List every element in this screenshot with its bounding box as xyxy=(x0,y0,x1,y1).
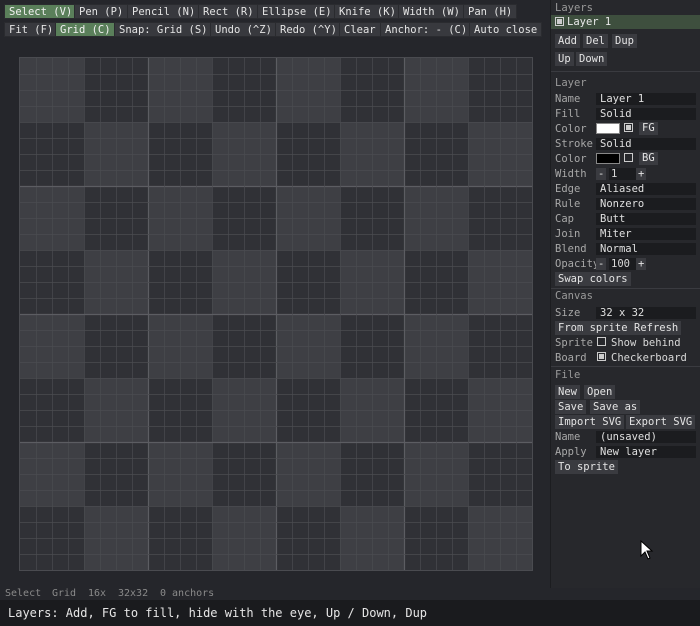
tool-pencil-button[interactable]: Pencil (N) xyxy=(127,4,201,19)
rule-select[interactable]: Nonzero xyxy=(596,198,696,210)
blend-select[interactable]: Normal xyxy=(596,243,696,255)
size-label: Size xyxy=(555,307,581,319)
swap-colors-button[interactable]: Swap colors xyxy=(555,272,631,286)
save-as-button[interactable]: Save as xyxy=(590,400,641,414)
snap-button[interactable]: Snap: Grid (S) xyxy=(114,22,213,37)
blend-label: Blend xyxy=(555,243,587,255)
stroke-bg-button[interactable]: BG xyxy=(639,152,658,165)
status-tool: Select xyxy=(5,588,42,599)
status-size: 32x32 xyxy=(118,588,149,599)
canvas-section-title: Canvas xyxy=(555,290,593,302)
divider xyxy=(551,71,700,72)
name-label: Name xyxy=(555,93,581,105)
sprite-label: Sprite xyxy=(555,337,593,349)
anchor-button[interactable]: Anchor: - (C) xyxy=(380,22,473,37)
layers-section-title: Layers xyxy=(555,2,593,14)
status-grid: Grid xyxy=(52,588,77,599)
edge-label: Edge xyxy=(555,183,581,195)
file-name-field[interactable]: (unsaved) xyxy=(596,431,696,443)
tool-ellipse-button[interactable]: Ellipse (E) xyxy=(257,4,337,19)
stroke-select[interactable]: Solid xyxy=(596,138,696,150)
divider xyxy=(551,288,700,289)
width-increment-button[interactable]: + xyxy=(636,168,647,180)
edge-select[interactable]: Aliased xyxy=(596,183,696,195)
stroke-color-swatch[interactable] xyxy=(596,153,620,164)
from-sprite-button[interactable]: From sprite xyxy=(555,321,631,335)
redo-button[interactable]: Redo (^Y) xyxy=(275,22,342,37)
fill-color-label: Color xyxy=(555,123,587,135)
add-layer-button[interactable]: Add xyxy=(555,34,580,48)
tool-width-button[interactable]: Width (W) xyxy=(398,4,465,19)
side-panel: Layers Layer 1 Add Del Dup Up Down Layer… xyxy=(550,0,700,588)
fill-fg-button[interactable]: FG xyxy=(639,122,658,135)
tool-pen-button[interactable]: Pen (P) xyxy=(74,4,129,19)
width-value[interactable]: 1 xyxy=(609,168,636,180)
show-behind-label: Show behind xyxy=(611,337,681,349)
opacity-decrement-button[interactable]: - xyxy=(596,258,607,270)
fill-select[interactable]: Solid xyxy=(596,108,696,120)
join-select[interactable]: Miter xyxy=(596,228,696,240)
board-label: Board xyxy=(555,352,587,364)
layer-visibility-eye-icon[interactable] xyxy=(555,17,564,26)
to-sprite-button[interactable]: To sprite xyxy=(555,460,618,474)
clear-button[interactable]: Clear xyxy=(339,22,381,37)
grid-toggle-button[interactable]: Grid (C) xyxy=(55,22,116,37)
status-zoom: 16x xyxy=(88,588,107,599)
cap-select[interactable]: Butt xyxy=(596,213,696,225)
show-behind-checkbox[interactable] xyxy=(597,337,606,346)
open-file-button[interactable]: Open xyxy=(584,385,616,399)
hint-text: Layers: Add, FG to fill, hide with the e… xyxy=(8,606,428,620)
auto-close-button[interactable]: Auto close xyxy=(469,22,543,37)
file-name-label: Name xyxy=(555,431,581,443)
canvas-size-field[interactable]: 32 x 32 xyxy=(596,307,696,319)
drawing-canvas[interactable] xyxy=(19,57,533,571)
fill-color-checkbox[interactable] xyxy=(624,123,633,132)
layer-item-label: Layer 1 xyxy=(567,16,612,28)
opacity-value[interactable]: 100 xyxy=(609,258,636,270)
refresh-button[interactable]: Refresh xyxy=(631,321,682,335)
tool-rect-button[interactable]: Rect (R) xyxy=(198,4,259,19)
toolbar-row-1: Select (V) Pen (P) Pencil (N) Rect (R) E… xyxy=(0,4,550,20)
tool-knife-button[interactable]: Knife (K) xyxy=(334,4,401,19)
export-svg-button[interactable]: Export SVG xyxy=(626,415,696,429)
join-label: Join xyxy=(555,228,581,240)
rule-label: Rule xyxy=(555,198,581,210)
fit-button[interactable]: Fit (F) xyxy=(4,22,59,37)
stroke-label: Stroke xyxy=(555,138,593,150)
stroke-color-checkbox[interactable] xyxy=(624,153,633,162)
apply-label: Apply xyxy=(555,446,587,458)
fill-label: Fill xyxy=(555,108,581,120)
checkerboard-label: Checkerboard xyxy=(611,352,687,364)
tool-pan-button[interactable]: Pan (H) xyxy=(463,4,518,19)
width-decrement-button[interactable]: - xyxy=(596,168,607,180)
layer-down-button[interactable]: Down xyxy=(576,52,608,66)
status-anchors: 0 anchors xyxy=(160,588,215,599)
import-svg-button[interactable]: Import SVG xyxy=(555,415,625,429)
checkerboard-checkbox[interactable] xyxy=(597,352,606,361)
new-file-button[interactable]: New xyxy=(555,385,580,399)
fill-color-swatch[interactable] xyxy=(596,123,620,134)
apply-select[interactable]: New layer xyxy=(596,446,696,458)
status-bar: Select Grid 16x 32x32 0 anchors xyxy=(0,588,550,600)
layer-up-button[interactable]: Up xyxy=(555,52,574,66)
file-section-title: File xyxy=(555,369,581,381)
layer-list-item[interactable]: Layer 1 xyxy=(551,15,700,29)
tool-select-button[interactable]: Select (V) xyxy=(4,4,78,19)
mouse-cursor-icon xyxy=(640,540,654,560)
layer-section-title: Layer xyxy=(555,77,587,89)
cap-label: Cap xyxy=(555,213,574,225)
hint-bar: Layers: Add, FG to fill, hide with the e… xyxy=(0,600,700,626)
opacity-increment-button[interactable]: + xyxy=(636,258,647,270)
save-button[interactable]: Save xyxy=(555,400,587,414)
toolbar-row-2: Fit (F) Grid (C) Snap: Grid (S) Undo (^Z… xyxy=(0,22,550,38)
stroke-color-label: Color xyxy=(555,153,587,165)
checkerboard-grid xyxy=(20,58,532,570)
delete-layer-button[interactable]: Del xyxy=(583,34,608,48)
opacity-label: Opacity xyxy=(555,258,600,270)
layer-name-field[interactable]: Layer 1 xyxy=(596,93,696,105)
width-label: Width xyxy=(555,168,587,180)
divider xyxy=(551,366,700,367)
undo-button[interactable]: Undo (^Z) xyxy=(210,22,277,37)
duplicate-layer-button[interactable]: Dup xyxy=(612,34,637,48)
